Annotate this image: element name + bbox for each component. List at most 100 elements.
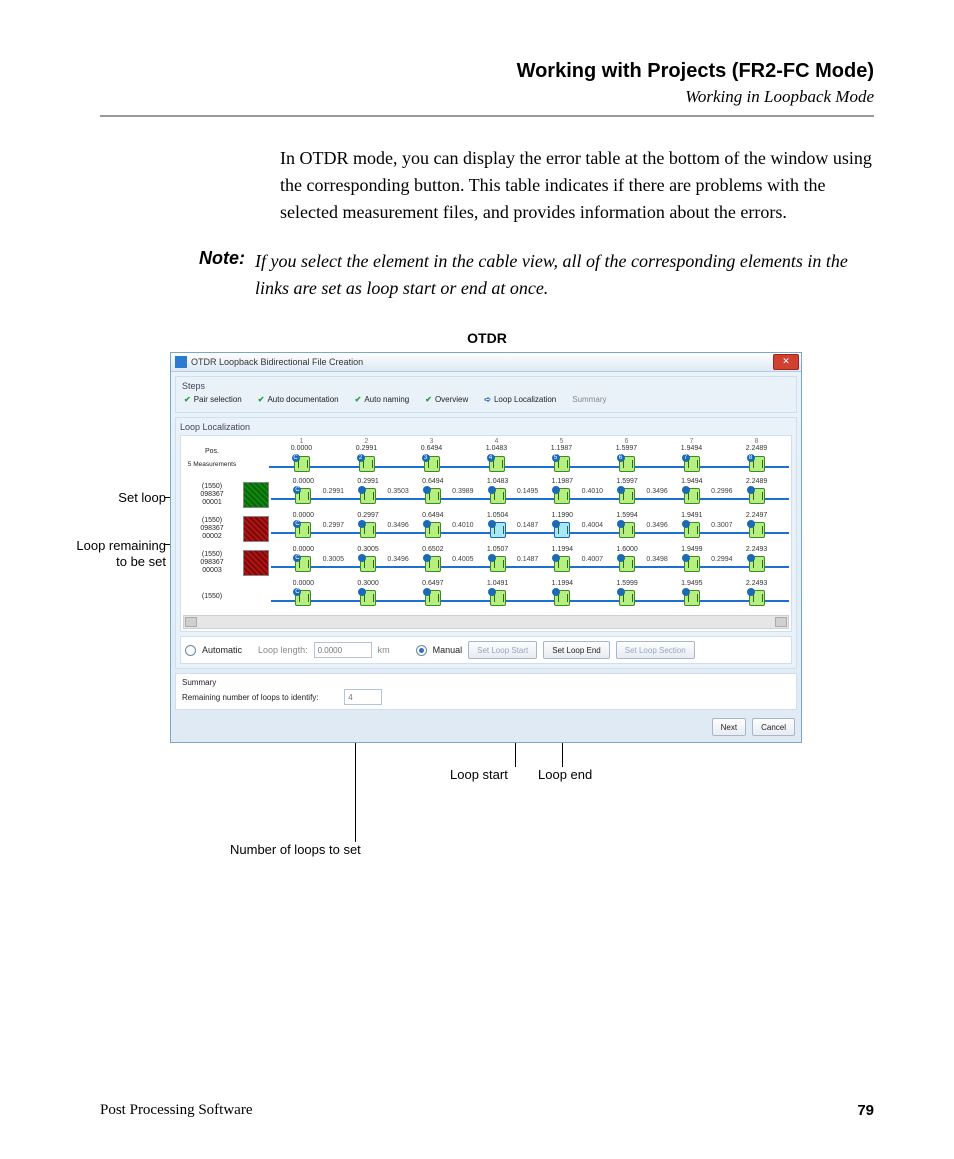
check-icon: ✔ [184,395,191,404]
step-pair-selection[interactable]: ✔Pair selection [184,395,256,404]
row-thumbnail[interactable] [243,550,269,576]
loop-length-label: Loop length: [258,645,308,655]
step-auto-documentation[interactable]: ✔Auto documentation [258,395,353,404]
event-icon[interactable]: C [295,522,311,538]
event-col: 0.29910.3503 [336,478,401,512]
step-overview[interactable]: ✔Overview [425,395,482,404]
set-loop-section-button[interactable]: Set Loop Section [616,641,695,659]
close-button[interactable]: ✕ [773,354,799,370]
measurement-grid: Pos. 5 Measurements 10.0000C20.2991230.6… [180,435,792,632]
event-col: 0.0000C0.2997 [271,512,336,546]
note-text: If you select the element in the cable v… [255,248,874,302]
step-label: Auto documentation [267,395,338,404]
event-icon[interactable]: 7 [684,456,700,472]
event-icon[interactable]: C [295,488,311,504]
steps-panel: Steps ✔Pair selection ✔Auto documentatio… [175,376,797,413]
event-icon[interactable] [425,522,441,538]
page-title: Working with Projects (FR2-FC Mode) [100,60,874,83]
measurements-label: 5 Measurements [183,461,241,468]
event-icon[interactable] [360,590,376,606]
measurement-row: (1550) 098367 00003 0.0000C0.30050.30050.… [183,546,789,580]
event-icon[interactable] [425,488,441,504]
event-icon[interactable] [490,556,506,572]
event-icon[interactable] [749,522,765,538]
page-footer: Post Processing Software 79 [100,1102,874,1119]
event-icon[interactable] [749,488,765,504]
row-thumbnail[interactable] [243,482,269,508]
row-thumbnail[interactable] [243,516,269,542]
event-icon[interactable] [619,522,635,538]
event-icon[interactable]: C [294,456,310,472]
event-icon[interactable] [490,522,506,538]
event-col: 1.04830.1495 [465,478,530,512]
cancel-button[interactable]: Cancel [752,718,795,736]
event-col: 0.0000C [271,580,336,614]
set-loop-start-button[interactable]: Set Loop Start [468,641,537,659]
event-icon[interactable] [684,556,700,572]
app-icon [175,356,187,368]
event-icon[interactable] [619,590,635,606]
measurement-row: (1550)0.0000C0.30000.64971.04911.19941.5… [183,580,789,614]
event-icon[interactable]: 6 [619,456,635,472]
page: Working with Projects (FR2-FC Mode) Work… [0,0,954,1159]
event-icon[interactable]: 5 [554,456,570,472]
step-summary[interactable]: Summary [572,395,620,404]
event-col: 1.19940.4007 [530,546,595,580]
event-icon[interactable] [684,488,700,504]
row-id: (1550) 098367 00002 [183,516,241,541]
loop-length-input[interactable]: 0.0000 [314,642,372,658]
note-label: Note: [180,248,255,302]
event-icon[interactable] [425,556,441,572]
set-loop-end-button[interactable]: Set Loop End [543,641,609,659]
event-icon[interactable] [554,522,570,538]
event-icon[interactable] [554,556,570,572]
figure-wrap: Set loop Loop remaining to be set Loop s… [170,352,874,743]
header-track: 10.0000C20.2991230.6494341.0483451.19875… [269,438,789,478]
event-icon[interactable] [360,522,376,538]
step-loop-localization[interactable]: ➪Loop Localization [484,395,570,404]
event-col: 0.30050.3496 [336,546,401,580]
event-icon[interactable] [490,488,506,504]
event-icon[interactable]: 8 [749,456,765,472]
pos-label: Pos. [183,448,241,456]
event-icon[interactable] [360,556,376,572]
event-icon[interactable] [554,590,570,606]
event-icon[interactable]: 4 [489,456,505,472]
event-icon[interactable] [749,590,765,606]
row-id: (1550) 098367 00003 [183,550,241,575]
next-button[interactable]: Next [712,718,746,736]
event-col: 0.3000 [336,580,401,614]
row-id: (1550) 098367 00001 [183,482,241,507]
controls-row: Automatic Loop length: 0.0000 km Manual … [180,636,792,664]
event-icon[interactable]: 2 [359,456,375,472]
radio-manual[interactable] [416,645,427,656]
label-loop-end: Loop end [538,767,592,782]
event-icon[interactable] [490,590,506,606]
event-icon[interactable] [360,488,376,504]
step-auto-naming[interactable]: ✔Auto naming [355,395,424,404]
summary-heading: Summary [182,678,790,687]
event-icon[interactable]: C [295,590,311,606]
event-icon[interactable] [619,488,635,504]
dialog-window: OTDR Loopback Bidirectional File Creatio… [170,352,802,743]
event-icon[interactable] [619,556,635,572]
horizontal-scrollbar[interactable] [183,615,789,629]
row-track: 0.0000C0.30050.30050.34960.65020.40051.0… [271,546,789,580]
event-icon[interactable]: 3 [424,456,440,472]
event-icon[interactable] [749,556,765,572]
event-icon[interactable] [684,590,700,606]
row-track: 0.0000C0.29970.29970.34960.64940.40101.0… [271,512,789,546]
header-col: 41.04834 [464,438,529,478]
event-col: 0.0000C0.3005 [271,546,336,580]
header-col: 51.19875 [529,438,594,478]
event-col: 1.59970.3496 [595,478,660,512]
figure-caption: OTDR [100,330,874,346]
event-icon[interactable] [425,590,441,606]
radio-automatic[interactable] [185,645,196,656]
remaining-loops-field: 4 [344,689,382,705]
event-icon[interactable]: C [295,556,311,572]
check-icon: ✔ [355,395,362,404]
event-icon[interactable] [554,488,570,504]
event-icon[interactable] [684,522,700,538]
titlebar[interactable]: OTDR Loopback Bidirectional File Creatio… [171,353,801,372]
